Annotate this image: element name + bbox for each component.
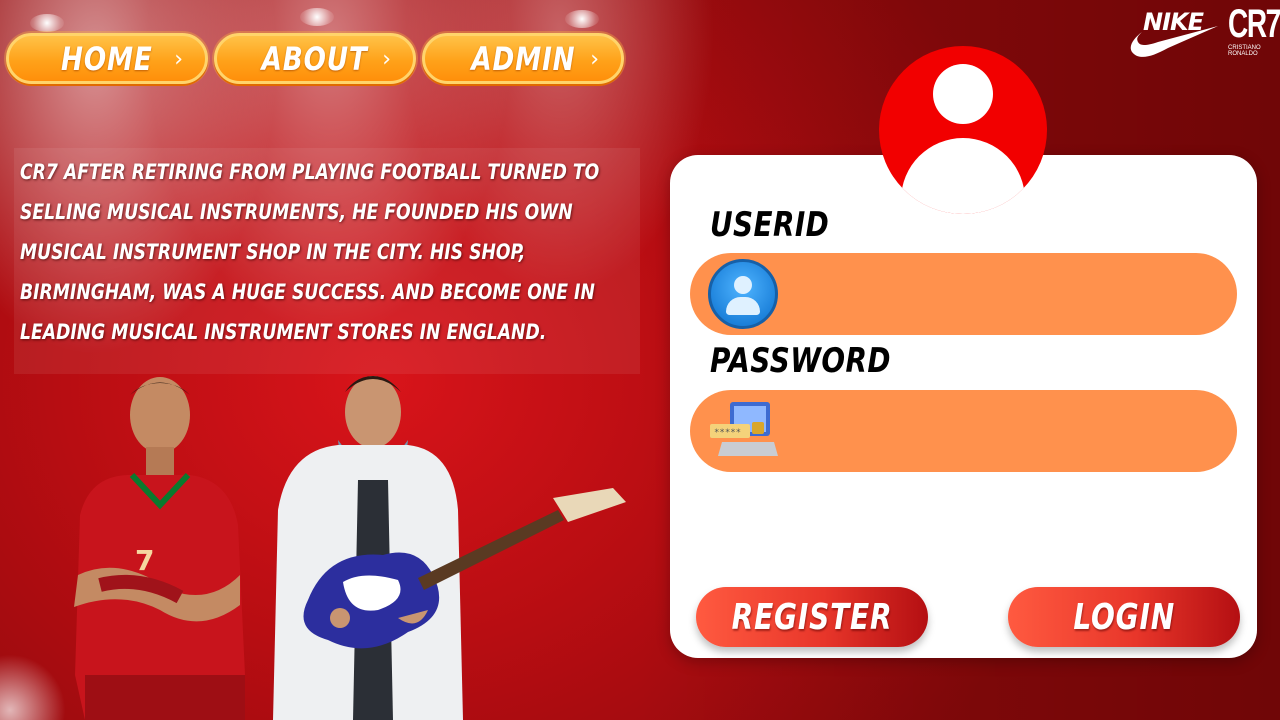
chevron-right-icon: › [174, 47, 183, 72]
cr7-subtitle: CRISTIANO RONALDO [1228, 45, 1261, 57]
player-football-kit-image: 7 [74, 377, 245, 720]
nav-about-button[interactable]: ABOUT › [214, 33, 416, 84]
login-button[interactable]: LOGIN [1008, 587, 1240, 647]
nav-home-button[interactable]: HOME › [6, 33, 208, 84]
password-input[interactable] [786, 390, 1206, 472]
password-laptop-icon: ***** [710, 402, 778, 456]
spotlight [565, 10, 599, 28]
nav-about-label: ABOUT [262, 39, 368, 78]
nav-home-label: HOME [61, 39, 153, 78]
password-label: PASSWORD [710, 341, 891, 381]
user-avatar-icon [879, 46, 1047, 214]
nav-admin-label: ADMIN [470, 39, 576, 78]
svg-text:7: 7 [135, 544, 154, 577]
register-label: REGISTER [731, 596, 893, 638]
userid-person-icon [708, 259, 778, 329]
nike-wordmark: NIKE [1143, 8, 1204, 36]
userid-field[interactable] [690, 253, 1237, 335]
userid-label: USERID [710, 205, 830, 245]
chevron-right-icon: › [382, 47, 391, 72]
chevron-right-icon: › [590, 47, 599, 72]
userid-input[interactable] [786, 253, 1206, 335]
nav-admin-button[interactable]: ADMIN › [422, 33, 624, 84]
svg-text:*****: ***** [714, 428, 741, 438]
story-text: CR7 after retiring from playing football… [20, 160, 600, 344]
cr7-logo: CR7 [1228, 2, 1280, 46]
spotlight [30, 14, 64, 32]
register-button[interactable]: REGISTER [696, 587, 928, 647]
password-field[interactable]: ***** [690, 390, 1237, 472]
player-guitar-image [273, 376, 626, 720]
login-label: LOGIN [1073, 596, 1175, 638]
spotlight [300, 8, 334, 26]
